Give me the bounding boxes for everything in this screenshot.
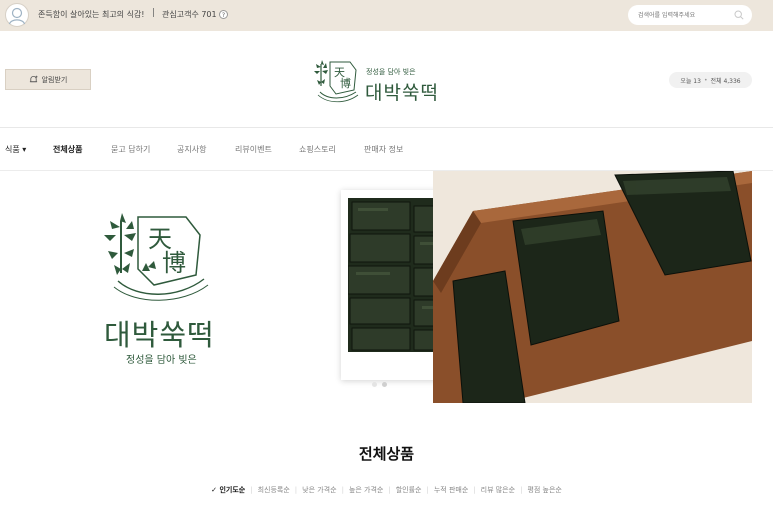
nav-item-review-event[interactable]: 리뷰이벤트 xyxy=(235,144,272,155)
sort-popular-label: 인기도순 xyxy=(219,486,246,494)
sort-sales[interactable]: 누적 판매순 xyxy=(429,486,473,494)
hero-banner[interactable]: 天 博 대박쑥떡 정성을 담아 빚은 xyxy=(0,171,773,404)
nav-item-shopping-story[interactable]: 쇼핑스토리 xyxy=(299,144,336,155)
category-nav: 식품 ▾ 전체상품 묻고 답하기 공지사항 리뷰이벤트 쇼핑스토리 판매자 정보 xyxy=(0,128,773,171)
nav-item-food[interactable]: 식품 ▾ xyxy=(5,144,26,155)
section-title: 전체상품 xyxy=(358,445,415,463)
visits-divider: • xyxy=(703,76,708,84)
sort-price-high[interactable]: 높은 가격순 xyxy=(344,486,388,494)
slider-dot[interactable] xyxy=(372,382,377,387)
avatar[interactable] xyxy=(5,3,29,27)
notify-label: 알림받기 xyxy=(41,75,68,84)
sort-reviews[interactable]: 리뷰 많은순 xyxy=(476,486,520,494)
rice-cake-board-photo xyxy=(433,171,752,403)
nav-item-seller-info[interactable]: 판매자 정보 xyxy=(364,144,403,155)
check-icon: ✓ xyxy=(211,486,217,494)
logo-subtitle: 정성을 담아 빚은 xyxy=(366,68,416,76)
followers-count[interactable]: 관심고객수 701 xyxy=(162,9,217,20)
user-avatar-icon xyxy=(8,7,26,25)
brand-emblem: 天 博 xyxy=(104,213,209,301)
sort-newest[interactable]: 최신등록순 xyxy=(253,486,295,494)
nav-item-qna[interactable]: 묻고 답하기 xyxy=(111,144,150,155)
sort-options: ✓ 인기도순 | 최신등록순 | 낮은 가격순 | 높은 가격순 | 할인률순 | 누적 판매순 | 리… xyxy=(0,485,773,495)
notify-button[interactable]: 알림받기 xyxy=(5,69,91,90)
nav-item-all-products[interactable]: 전체상품 xyxy=(53,144,82,155)
svg-text:博: 博 xyxy=(162,249,186,277)
divider: | xyxy=(152,8,156,18)
sort-discount[interactable]: 할인률순 xyxy=(391,486,427,494)
visitor-count-badge: 오늘 13 • 전체 4,336 xyxy=(669,72,752,88)
logo-title[interactable]: 대박쑥떡 xyxy=(365,78,439,105)
visits-today: 오늘 13 xyxy=(680,77,701,85)
sort-rating[interactable]: 평점 높은순 xyxy=(522,486,566,494)
top-bar: 존득함이 살아있는 최고의 식감! | 관심고객수 701 ? xyxy=(0,0,773,31)
banner-title: 대박쑥떡 xyxy=(104,318,215,352)
slider-pagination xyxy=(372,382,387,387)
help-icon[interactable]: ? xyxy=(219,10,228,19)
banner-subtitle: 정성을 담아 빚은 xyxy=(126,355,197,366)
visits-total: 전체 4,336 xyxy=(710,77,741,85)
store-header: 알림받기 天 博 정성을 담아 빚은 대박쑥떡 오늘 13 • 전체 4,336 xyxy=(0,31,773,128)
store-tagline: 존득함이 살아있는 최고의 식감! xyxy=(38,10,145,19)
bell-plus-icon xyxy=(29,75,38,83)
sort-popular[interactable]: ✓ 인기도순 xyxy=(206,486,250,494)
sort-price-low[interactable]: 낮은 가격순 xyxy=(297,486,341,494)
svg-text:博: 博 xyxy=(340,77,351,90)
slider-dot-active[interactable] xyxy=(382,382,387,387)
search-box xyxy=(628,5,752,25)
search-icon[interactable] xyxy=(734,10,744,20)
search-input[interactable] xyxy=(638,9,730,21)
nav-item-notice[interactable]: 공지사항 xyxy=(177,144,206,155)
